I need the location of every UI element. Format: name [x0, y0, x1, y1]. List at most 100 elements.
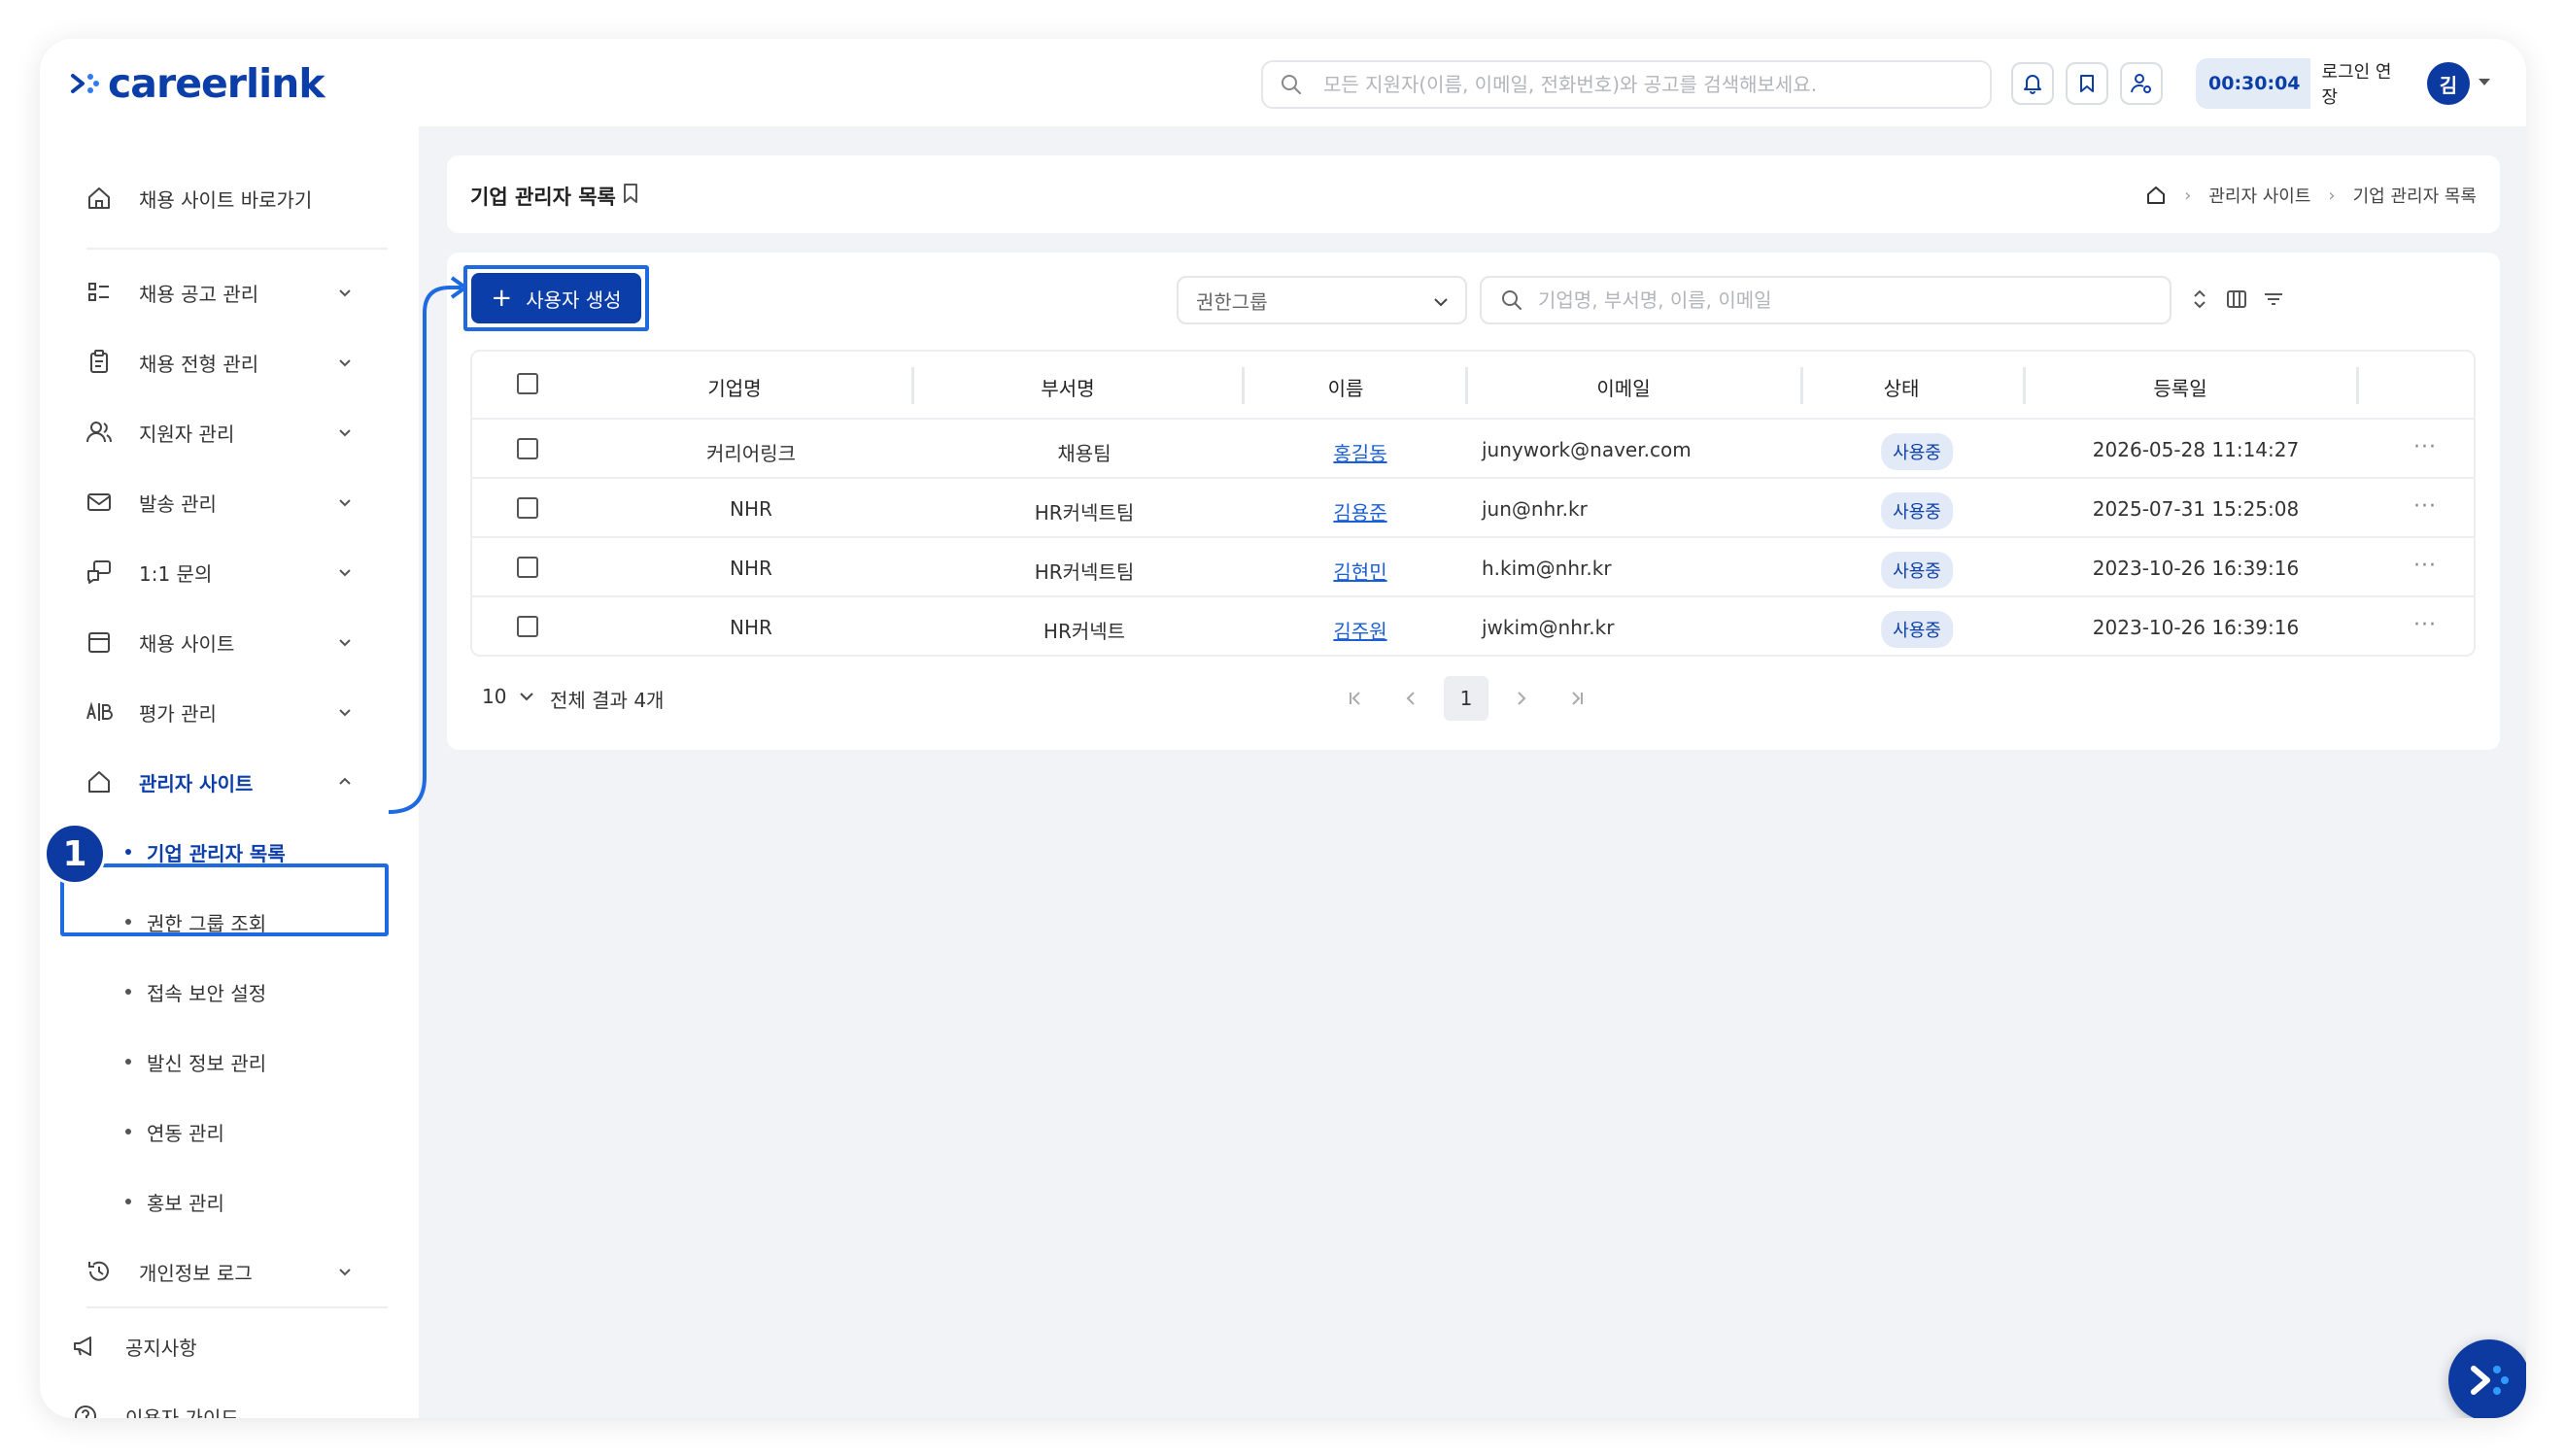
admin-table: 기업명 부서명 이름 이메일 상태 등록일 커리어링크 채용팀 홍길동 juny…: [470, 350, 2476, 657]
sidebar-item-careers-site[interactable]: 채용 사이트: [40, 613, 399, 671]
cell-name-link[interactable]: 김용준: [1333, 497, 1386, 525]
sidebar-item-jobs[interactable]: 채용 공고 관리: [40, 263, 399, 322]
column-header-department[interactable]: 부서명: [1041, 373, 1094, 401]
column-header-registered[interactable]: 등록일: [2153, 373, 2206, 401]
first-page-button[interactable]: [1333, 676, 1378, 721]
sidebar-item-notice[interactable]: 공지사항: [40, 1317, 399, 1375]
column-resizer[interactable]: [2023, 367, 2026, 404]
column-resizer[interactable]: [911, 367, 914, 404]
chevron-down-icon: [339, 289, 351, 297]
sidebar-item-applicants[interactable]: 지원자 관리: [40, 403, 399, 461]
table-header: 기업명 부서명 이름 이메일 상태 등록일: [472, 352, 2474, 420]
sidebar-sub-promotion[interactable]: 홍보 관리: [40, 1172, 399, 1231]
breadcrumb-item[interactable]: 관리자 사이트: [2208, 183, 2310, 208]
notification-button[interactable]: [2011, 62, 2054, 105]
logo-mark-icon: [2471, 1366, 2509, 1395]
cell-email: junywork@naver.com: [1482, 438, 1692, 461]
sidebar-sub-integration[interactable]: 연동 관리: [40, 1102, 399, 1161]
sidebar-item-label: 공지사항: [125, 1336, 197, 1360]
cell-name-link[interactable]: 홍길동: [1333, 438, 1386, 466]
permission-group-select[interactable]: 권한그룹: [1177, 276, 1467, 324]
sidebar-item-sending[interactable]: 발송 관리: [40, 473, 399, 531]
sidebar-back-to-site[interactable]: 채용 사이트 바로가기: [40, 169, 399, 227]
chevron-down-icon: [339, 359, 351, 367]
sidebar-item-guide[interactable]: 이용자 가이드: [40, 1387, 399, 1418]
column-header-email[interactable]: 이메일: [1596, 373, 1650, 401]
last-page-button[interactable]: [1555, 676, 1599, 721]
global-search[interactable]: [1261, 60, 1992, 109]
cell-department: 채용팀: [1057, 442, 1112, 465]
avatar[interactable]: 김: [2427, 62, 2470, 105]
assistant-fab[interactable]: [2448, 1339, 2526, 1418]
calendar-icon: [88, 632, 110, 653]
cell-name-link[interactable]: 김주원: [1333, 616, 1386, 644]
page-title: 기업 관리자 목록: [470, 186, 616, 209]
column-resizer[interactable]: [1800, 367, 1803, 404]
sidebar-sub-label: 연동 관리: [147, 1121, 224, 1145]
sort-icon[interactable]: [2186, 286, 2213, 313]
global-search-input[interactable]: [1323, 73, 1955, 96]
cell-company: NHR: [730, 497, 772, 521]
bookmarks-button[interactable]: [2066, 62, 2108, 105]
sidebar-item-evaluation[interactable]: 평가 관리: [40, 683, 399, 741]
table-row[interactable]: NHR HR커넥트팀 김현민 h.kim@nhr.kr 사용중 2023-10-…: [472, 538, 2474, 597]
table-row[interactable]: NHR HR커넥트 김주원 jwkim@nhr.kr 사용중 2023-10-2…: [472, 597, 2474, 655]
divider: [86, 248, 388, 250]
extend-login-button[interactable]: 로그인 연장: [2309, 51, 2413, 117]
filter-icon[interactable]: [2260, 286, 2287, 313]
list-search-input[interactable]: [1538, 288, 2121, 312]
status-badge: 사용중: [1881, 433, 1953, 470]
sidebar-item-label: 지원자 관리: [139, 422, 235, 446]
select-all-checkbox[interactable]: [517, 373, 538, 394]
cell-company: NHR: [730, 616, 772, 639]
page-size-select[interactable]: 10: [482, 685, 535, 708]
sidebar-item-inquiry[interactable]: 1:1 문의: [40, 543, 399, 601]
table-row[interactable]: 커리어링크 채용팀 홍길동 junywork@naver.com 사용중 202…: [472, 420, 2474, 479]
home-icon[interactable]: [2145, 185, 2167, 206]
users-icon: [86, 422, 113, 443]
sidebar-item-label: 채용 사이트 바로가기: [139, 187, 313, 212]
list-search[interactable]: [1480, 276, 2172, 324]
sidebar-item-privacy-log[interactable]: 개인정보 로그: [40, 1242, 399, 1301]
status-badge: 사용중: [1881, 611, 1953, 648]
app-window: careerlink 모든 지원자(이름, 이메일, 전화번호)와 공고를 검색…: [40, 39, 2526, 1418]
more-actions-icon[interactable]: ···: [2413, 554, 2437, 578]
prev-page-button[interactable]: [1388, 676, 1433, 721]
row-checkbox[interactable]: [517, 557, 538, 578]
more-actions-icon[interactable]: ···: [2413, 435, 2437, 459]
chevron-down-icon: [339, 499, 351, 507]
columns-icon[interactable]: [2223, 286, 2250, 313]
bookmark-icon[interactable]: [620, 181, 641, 206]
column-resizer[interactable]: [1465, 367, 1468, 404]
cell-department: HR커넥트팀: [1034, 560, 1135, 584]
table-row[interactable]: NHR HR커넥트팀 김용준 jun@nhr.kr 사용중 2025-07-31…: [472, 479, 2474, 538]
row-checkbox[interactable]: [517, 497, 538, 519]
sidebar-item-label: 평가 관리: [139, 701, 217, 726]
sidebar-item-process[interactable]: 채용 전형 관리: [40, 333, 399, 391]
next-page-button[interactable]: [1499, 676, 1544, 721]
more-actions-icon[interactable]: ···: [2413, 613, 2437, 637]
column-header-status[interactable]: 상태: [1884, 373, 1920, 401]
row-checkbox[interactable]: [517, 616, 538, 637]
more-actions-icon[interactable]: ···: [2413, 494, 2437, 519]
sidebar-sub-sender-info[interactable]: 발신 정보 관리: [40, 1033, 399, 1091]
bullet: [125, 849, 131, 855]
column-resizer[interactable]: [2356, 367, 2359, 404]
bookmark-icon: [2080, 75, 2094, 92]
cell-name-link[interactable]: 김현민: [1333, 557, 1386, 585]
column-header-company[interactable]: 기업명: [707, 373, 761, 401]
user-settings-button[interactable]: [2120, 62, 2163, 105]
history-icon: [88, 1261, 109, 1281]
row-checkbox[interactable]: [517, 438, 538, 459]
create-user-button[interactable]: + 사용자 생성: [471, 273, 641, 323]
admin-home-icon: [88, 771, 110, 793]
column-header-name[interactable]: 이름: [1328, 373, 1364, 401]
sidebar-item-admin-site[interactable]: 관리자 사이트: [40, 753, 399, 811]
page-number-button[interactable]: 1: [1444, 676, 1488, 721]
chevron-down-icon[interactable]: [2479, 79, 2490, 85]
breadcrumb-item[interactable]: 기업 관리자 목록: [2353, 183, 2477, 208]
logo[interactable]: careerlink: [69, 60, 325, 107]
page-header-card: 기업 관리자 목록 › 관리자 사이트 › 기업 관리자 목록: [447, 155, 2500, 233]
column-resizer[interactable]: [1242, 367, 1245, 404]
sidebar-sub-access-security[interactable]: 접속 보안 설정: [40, 963, 399, 1021]
